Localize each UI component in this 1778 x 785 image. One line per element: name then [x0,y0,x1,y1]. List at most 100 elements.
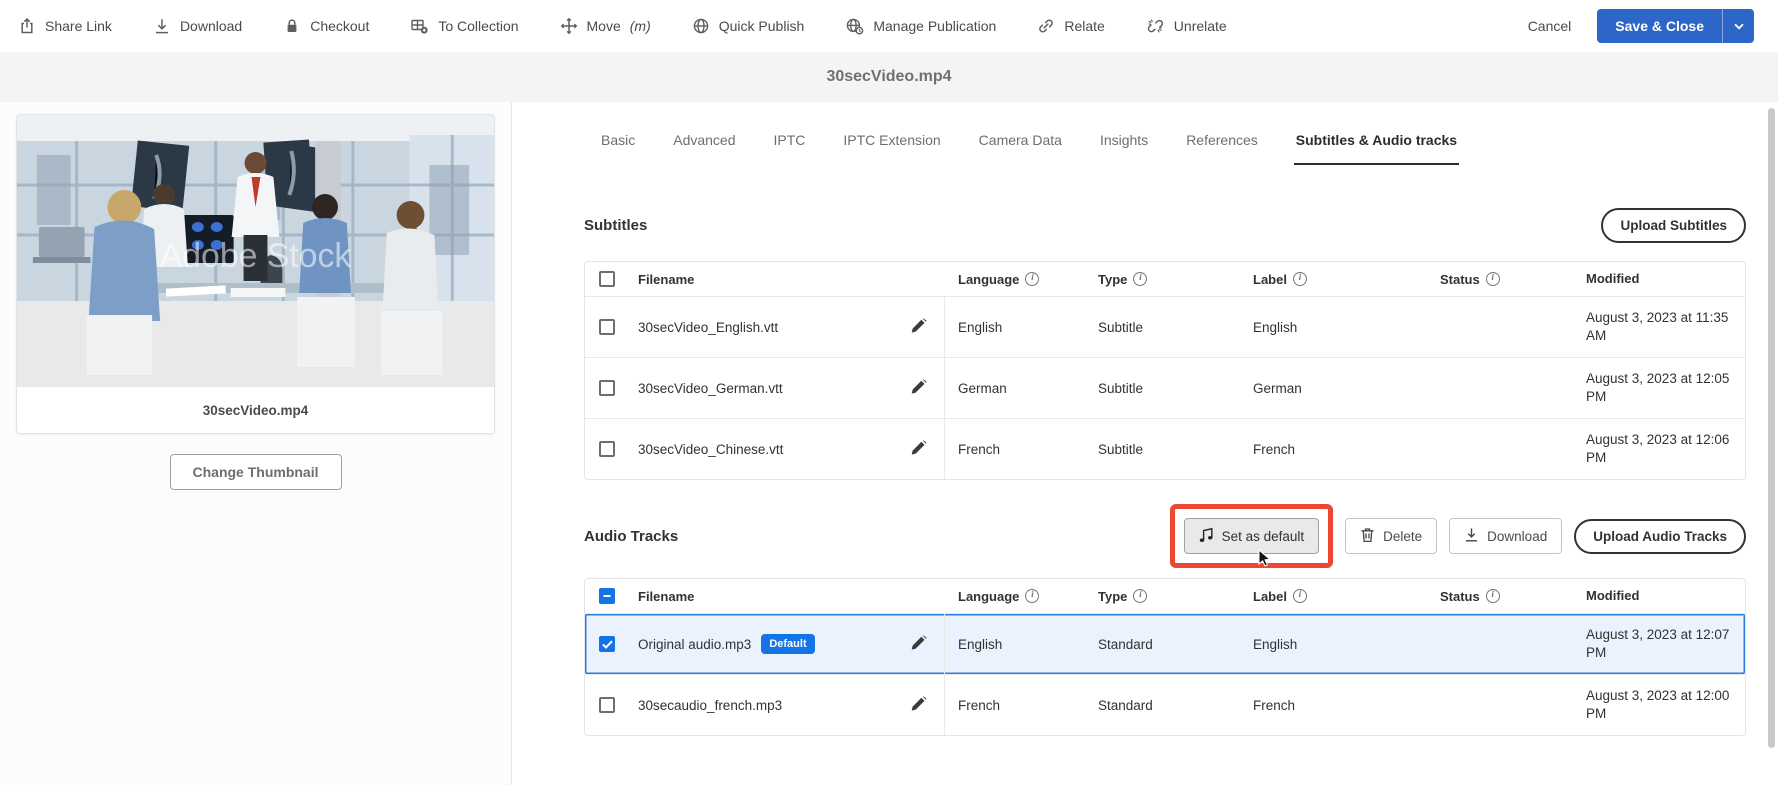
audio-row-original[interactable]: Original audio.mp3 Default English Stand… [585,613,1745,674]
watermark-text: Adobe Stock [160,237,352,275]
cell-language: French [958,441,1001,457]
cell-type: Subtitle [1098,319,1144,335]
cell-label: English [1253,319,1298,335]
column-header-filename: Filename [638,588,695,604]
move-icon [560,17,578,35]
tab-camera-data[interactable]: Camera Data [977,132,1064,165]
unrelate-button[interactable]: Unrelate [1146,17,1227,35]
save-close-button[interactable]: Save & Close [1597,9,1722,43]
toolbar-label: Download [179,18,243,34]
cell-label: French [1253,441,1296,457]
upload-audio-tracks-button[interactable]: Upload Audio Tracks [1574,518,1746,554]
change-thumbnail-button[interactable]: Change Thumbnail [169,454,342,490]
tab-insights[interactable]: Insights [1098,132,1150,165]
edit-pencil-icon[interactable] [910,635,928,653]
column-header-status: Status [1427,266,1577,293]
red-annotation-highlight: Set as default [1169,504,1334,568]
subtitles-section-header: Subtitles Upload Subtitles [584,205,1746,245]
cell-language: English [958,319,1003,335]
cell-modified: August 3, 2023 at 12:06 PM [1586,432,1730,465]
info-icon[interactable] [1133,589,1148,603]
edit-pencil-icon[interactable] [910,318,928,336]
row-checkbox[interactable] [599,441,615,457]
toolbar-label: Manage Publication [873,18,997,34]
cancel-button[interactable]: Cancel [1528,18,1572,34]
download-audio-button[interactable]: Download [1449,518,1563,554]
column-header-filename: Filename [638,271,695,287]
lock-icon [283,17,301,35]
row-checkbox[interactable] [599,380,615,396]
info-icon[interactable] [1133,272,1148,286]
chevron-down-icon [1733,17,1744,35]
tab-advanced[interactable]: Advanced [671,132,737,165]
subtitles-heading: Subtitles [584,216,648,234]
audio-table-header: Filename Language Type Label Status Modi… [585,579,1745,613]
save-close-dropdown-button[interactable] [1722,9,1754,43]
share-link-button[interactable]: Share Link [18,17,112,35]
cell-filename: 30secVideo_Chinese.vtt [638,441,784,457]
edit-pencil-icon[interactable] [910,696,928,714]
thumbnail-card: Adobe Stock 30secVideo.mp4 [16,114,495,434]
info-icon[interactable] [1485,272,1500,286]
info-icon[interactable] [1485,589,1500,603]
delete-button[interactable]: Delete [1345,518,1438,554]
to-collection-button[interactable]: To Collection [410,17,519,35]
relate-button[interactable]: Relate [1037,17,1105,35]
edit-pencil-icon[interactable] [910,379,928,397]
subtitle-row-chinese[interactable]: 30secVideo_Chinese.vtt French Subtitle F… [585,418,1745,479]
toolbar-label: Share Link [45,18,112,34]
main-area: Adobe Stock 30secVideo.mp4 Change Thumbn… [0,102,1778,785]
quick-publish-button[interactable]: Quick Publish [692,17,804,35]
info-icon[interactable] [1025,589,1040,603]
cell-type: Standard [1098,697,1153,713]
info-icon[interactable] [1292,272,1307,286]
cell-label: French [1253,697,1296,713]
cell-type: Standard [1098,636,1153,652]
checkout-button[interactable]: Checkout [283,17,369,35]
cell-label: German [1253,380,1302,396]
column-header-label: Label [1240,583,1427,610]
info-icon[interactable] [1025,272,1040,286]
audio-tracks-table: Filename Language Type Label Status Modi… [584,578,1746,736]
audio-row-french[interactable]: 30secaudio_french.mp3 French Standard Fr… [585,674,1745,735]
share-icon [18,17,36,35]
cell-modified: August 3, 2023 at 11:35 AM [1586,310,1729,343]
tab-subtitles-audio-tracks[interactable]: Subtitles & Audio tracks [1293,132,1460,165]
cell-modified: August 3, 2023 at 12:07 PM [1586,627,1730,660]
set-as-default-button[interactable]: Set as default [1183,518,1320,554]
subtitles-table-header: Filename Language Type Label Status Modi… [585,262,1745,296]
info-icon[interactable] [1292,589,1307,603]
move-button[interactable]: Move (m) [560,17,651,35]
column-header-modified: Modified [1586,270,1640,286]
cell-language: French [958,697,1001,713]
vertical-scrollbar[interactable] [1768,108,1775,748]
trash-icon [1360,527,1375,546]
cell-status [1427,699,1577,711]
music-note-icon [1199,527,1214,546]
download-button[interactable]: Download [153,17,242,35]
move-shortcut: (m) [629,18,651,34]
select-all-checkbox[interactable] [599,271,615,287]
subtitle-row-german[interactable]: 30secVideo_German.vtt German Subtitle Ge… [585,357,1745,418]
column-header-label: Label [1240,266,1427,293]
cell-modified: August 3, 2023 at 12:05 PM [1586,371,1730,404]
tab-iptc[interactable]: IPTC [772,132,808,165]
tab-iptc-extension[interactable]: IPTC Extension [841,132,942,165]
tab-basic[interactable]: Basic [599,132,637,165]
cell-filename: 30secVideo_German.vtt [638,380,783,396]
tab-references[interactable]: References [1184,132,1260,165]
upload-subtitles-button[interactable]: Upload Subtitles [1601,207,1746,243]
cell-label: English [1253,636,1298,652]
select-all-checkbox[interactable] [599,588,615,604]
cell-type: Subtitle [1098,380,1144,396]
row-checkbox[interactable] [599,319,615,335]
toolbar-right: Cancel Save & Close [1528,9,1754,43]
cell-language: English [958,636,1003,652]
manage-publication-button[interactable]: Manage Publication [845,17,996,35]
metadata-content: Basic Advanced IPTC IPTC Extension Camer… [512,102,1778,785]
row-checkbox[interactable] [599,697,615,713]
toolbar-label: Relate [1064,18,1105,34]
row-checkbox[interactable] [599,636,615,652]
subtitle-row-english[interactable]: 30secVideo_English.vtt English Subtitle … [585,296,1745,357]
edit-pencil-icon[interactable] [910,440,928,458]
